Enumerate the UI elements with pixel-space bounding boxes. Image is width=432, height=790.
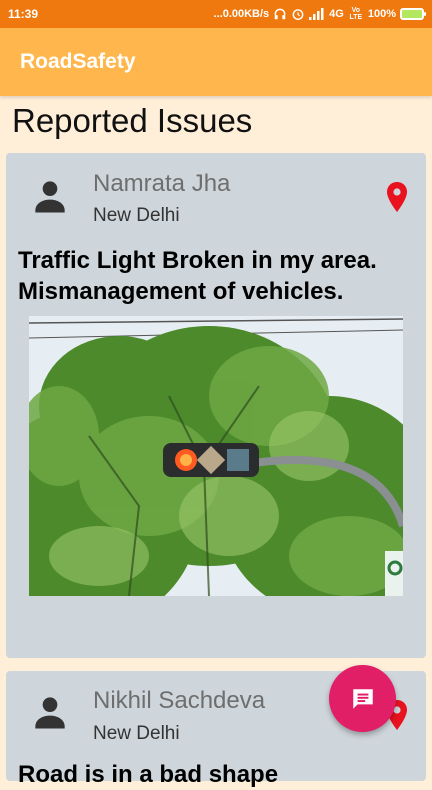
issue-photo[interactable] (29, 316, 403, 596)
headphones-icon (274, 8, 286, 20)
status-bar: 11:39 ...0.00KB/s 4G Vo LTE 100% (0, 0, 432, 28)
app-bar: RoadSafety (0, 28, 432, 96)
author-location: New Delhi (93, 205, 180, 226)
network-speed: ...0.00KB/s (213, 8, 270, 20)
issue-text: Road is in a bad shape (18, 761, 279, 788)
battery-percent: 100% (367, 8, 396, 20)
message-icon (352, 688, 373, 709)
author-location: New Delhi (93, 723, 180, 744)
message-fab-button[interactable] (329, 665, 396, 732)
page-title: Reported Issues (12, 102, 253, 139)
status-indicators: ...0.00KB/s 4G Vo LTE 100% (213, 7, 426, 21)
person-icon (35, 697, 65, 729)
traffic-light-photo (29, 316, 403, 596)
location-pin-icon[interactable] (385, 181, 409, 213)
issue-text: Traffic Light Broken in my area. Mismana… (18, 247, 377, 305)
author-name: Namrata Jha (93, 170, 231, 197)
issue-card[interactable]: Namrata Jha New Delhi Traffic Light Brok… (6, 153, 426, 658)
signal-icon (309, 8, 324, 20)
person-icon (35, 181, 65, 213)
volte-badge: Vo LTE (349, 7, 363, 21)
app-title: RoadSafety (20, 50, 136, 73)
alarm-icon (292, 9, 304, 20)
network-type: 4G (329, 8, 344, 20)
status-time: 11:39 (8, 7, 39, 21)
battery-icon (400, 8, 426, 20)
author-name: Nikhil Sachdeva (93, 687, 266, 714)
